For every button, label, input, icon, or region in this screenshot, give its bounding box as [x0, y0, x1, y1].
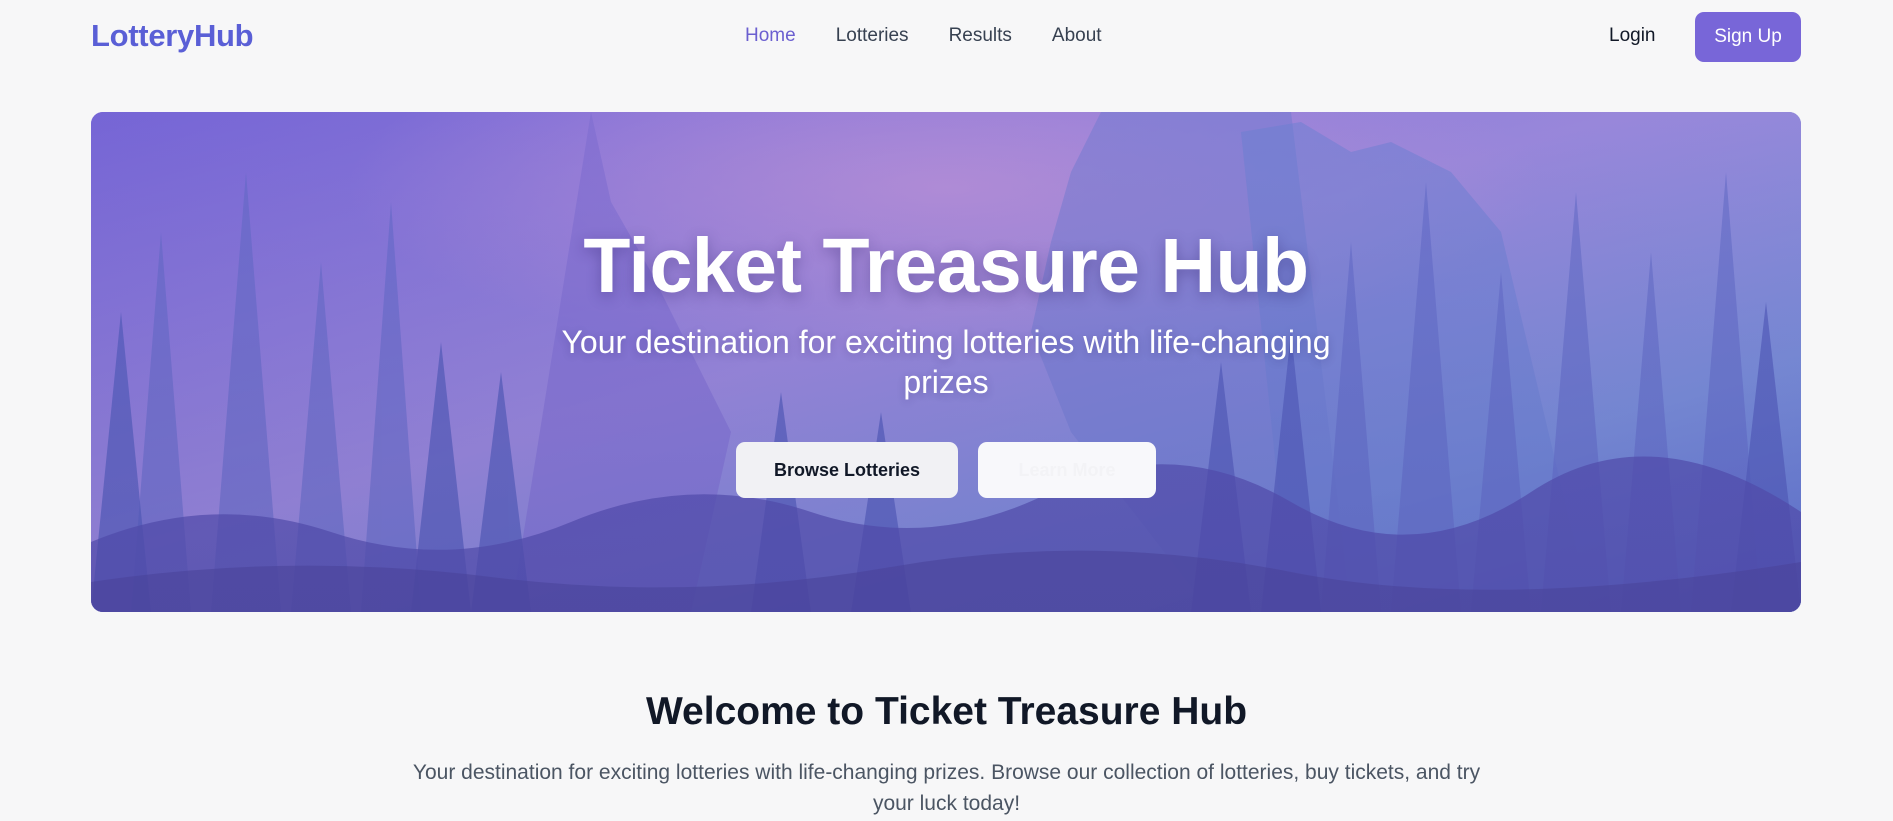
nav-lotteries[interactable]: Lotteries [836, 25, 909, 47]
hero-banner: Ticket Treasure Hub Your destination for… [91, 112, 1801, 612]
learn-more-button[interactable]: Learn More [978, 442, 1156, 498]
site-header: LotteryHub Home Lotteries Results About … [0, 0, 1893, 76]
signup-button[interactable]: Sign Up [1695, 12, 1801, 62]
hero-subtitle: Your destination for exciting lotteries … [561, 324, 1331, 400]
nav-about[interactable]: About [1052, 25, 1102, 47]
welcome-text: Your destination for exciting lotteries … [412, 761, 1481, 815]
login-link[interactable]: Login [1609, 25, 1656, 47]
welcome-title: Welcome to Ticket Treasure Hub [645, 690, 1248, 733]
browse-lotteries-button[interactable]: Browse Lotteries [736, 442, 958, 498]
hero-title: Ticket Treasure Hub [583, 223, 1309, 309]
site-logo[interactable]: LotteryHub [91, 18, 254, 54]
nav-home[interactable]: Home [745, 25, 796, 47]
nav-results[interactable]: Results [949, 25, 1012, 47]
main-nav: Home Lotteries Results About [745, 25, 1102, 47]
